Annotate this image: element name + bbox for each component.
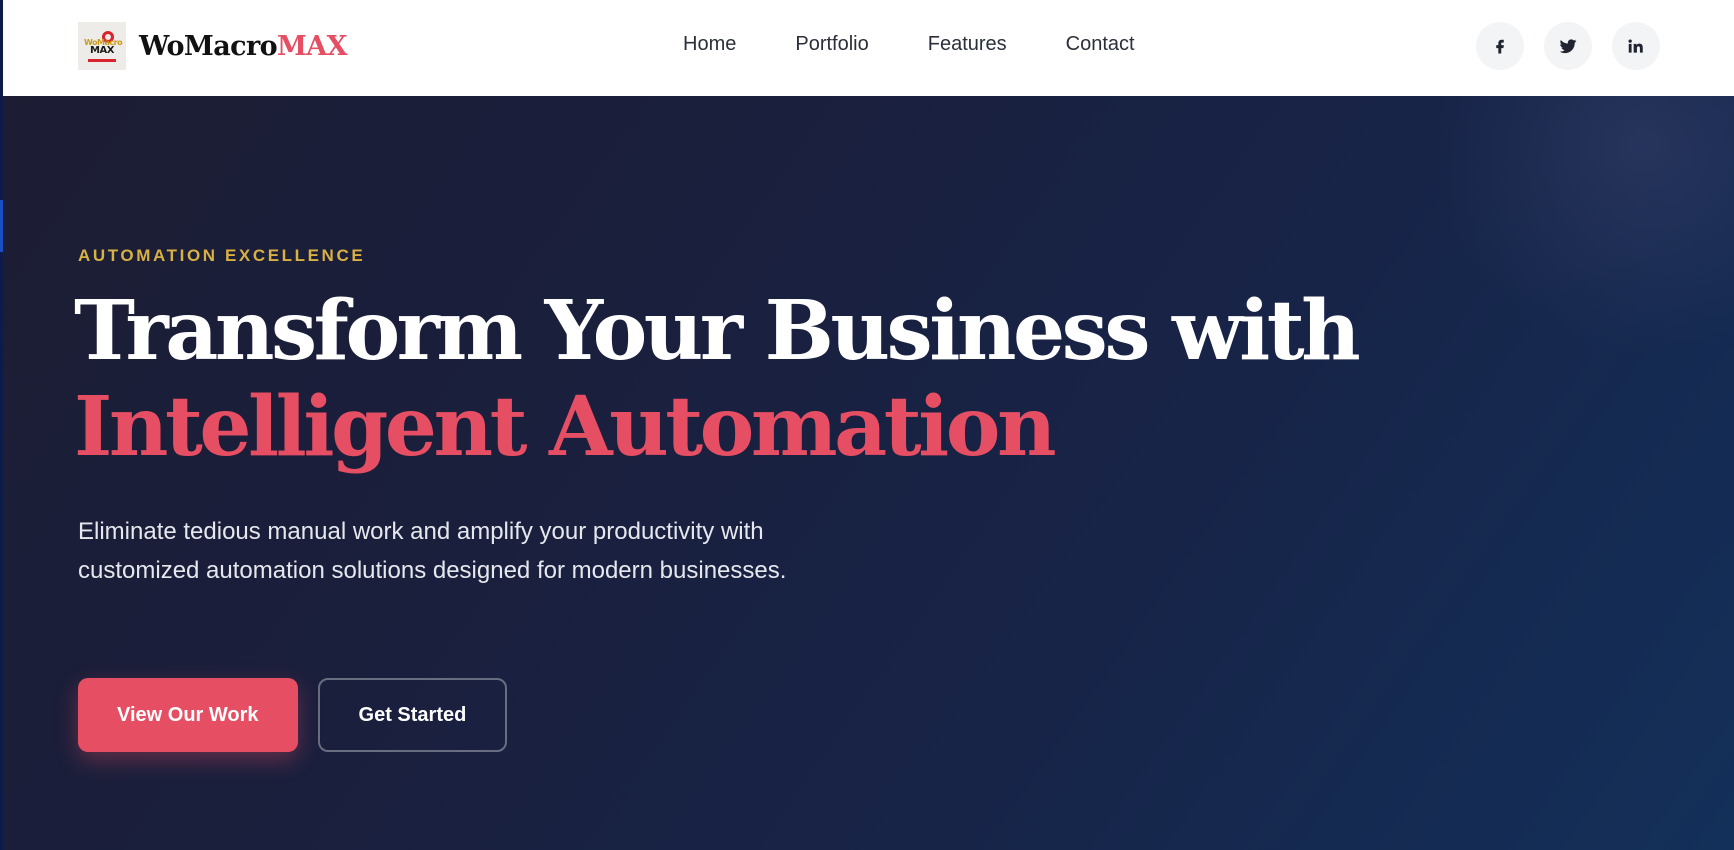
social-links [1476,22,1660,70]
twitter-button[interactable] [1544,22,1592,70]
nav-contact[interactable]: Contact [1066,33,1135,56]
brand-name: WoMacroMAX [139,30,348,62]
hero-glow [1434,96,1734,356]
brand-link[interactable]: WoMacro MAX WoMacroMAX [78,22,348,70]
brand-name-accent: MAX [277,30,348,62]
hero-title: Transform Your Business with Intelligent… [74,283,1474,475]
window-edge-strip [0,0,3,850]
view-our-work-button[interactable]: View Our Work [78,678,298,752]
nav-home[interactable]: Home [683,33,736,56]
main-nav: Home Portfolio Features Contact [683,33,1135,56]
nav-features[interactable]: Features [928,33,1007,56]
logo-text-bottom: MAX [90,45,114,56]
hero-subtitle: Eliminate tedious manual work and amplif… [78,518,787,584]
logo-underline [88,59,116,62]
hero-eyebrow: AUTOMATION EXCELLENCE [78,246,366,265]
site-header: WoMacro MAX WoMacroMAX Home Portfolio Fe… [0,0,1734,96]
twitter-icon [1559,39,1577,54]
hero-title-line-1: Transform Your Business with [74,283,1361,379]
get-started-button[interactable]: Get Started [317,678,508,752]
linkedin-icon [1628,39,1643,53]
linkedin-button[interactable] [1612,22,1660,70]
hero-cta-row: View Our Work Get Started [78,678,508,752]
hero-title-line-2: Intelligent Automation [74,379,1057,475]
brand-name-main: WoMacro [139,30,278,62]
facebook-icon [1496,39,1504,54]
hero-section: AUTOMATION EXCELLENCE Transform Your Bus… [0,96,1734,850]
facebook-button[interactable] [1476,22,1524,70]
nav-portfolio[interactable]: Portfolio [795,33,868,56]
brand-logo: WoMacro MAX [78,22,126,70]
